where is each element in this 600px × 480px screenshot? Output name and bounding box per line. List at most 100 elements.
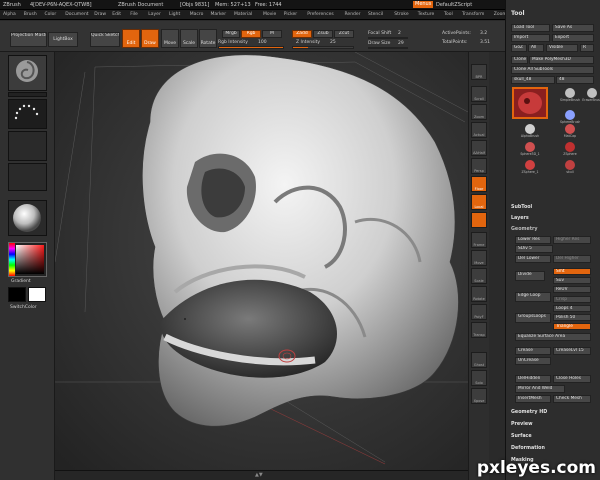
gradient-label[interactable]: Gradient: [11, 279, 31, 284]
texture-thumbnail[interactable]: [8, 163, 47, 191]
tool-thumb-matcap[interactable]: MatCap: [560, 124, 580, 140]
default-zscript[interactable]: DefaultZScript: [436, 2, 472, 8]
menu-layer[interactable]: Layer: [148, 12, 161, 17]
layers-section[interactable]: Layers: [511, 216, 529, 221]
suv-toggle[interactable]: Suv: [553, 277, 591, 284]
shelf-btn-move[interactable]: Move: [471, 250, 487, 266]
export-button[interactable]: Export: [552, 34, 594, 42]
menu-preferences[interactable]: Preferences: [307, 12, 333, 17]
load-tool-button[interactable]: Load Tool: [511, 24, 550, 32]
bottom-arrow-icon[interactable]: ▲▼: [255, 472, 263, 478]
tool-thumb-zsphere_1[interactable]: ZSphere_1: [520, 160, 540, 176]
edit-button[interactable]: Edit: [122, 29, 140, 48]
save-as-button[interactable]: Save As: [552, 24, 594, 32]
zsub-button[interactable]: Zsub: [313, 30, 333, 38]
tool-thumb-simplebrush[interactable]: SimpleBrush: [560, 88, 580, 104]
clone-button[interactable]: Clone: [511, 56, 528, 64]
sdiv-slider[interactable]: SDiv 5: [515, 245, 553, 253]
menu-texture[interactable]: Texture: [418, 12, 434, 17]
shelf-btn-rotate[interactable]: Rotate: [471, 286, 487, 302]
visible-button[interactable]: Visible: [546, 44, 578, 52]
tool-thumb-sphere3d_1[interactable]: Sphere3D_1: [520, 142, 540, 158]
del-lower-button[interactable]: Del Lower: [515, 255, 551, 263]
geometry-section[interactable]: Geometry: [511, 227, 538, 232]
insert-mesh-button[interactable]: InsertMesh: [515, 395, 551, 403]
menu-material[interactable]: Material: [234, 12, 252, 17]
shelf-btn-local[interactable]: Local: [471, 194, 487, 210]
smt-toggle[interactable]: Smt: [553, 268, 591, 275]
delhidden-button[interactable]: DelHidden: [515, 375, 551, 383]
menus-button[interactable]: Menus: [413, 1, 434, 8]
crease-level-slider[interactable]: CreaseLvl 15: [553, 347, 591, 355]
menu-marker[interactable]: Marker: [211, 12, 227, 17]
shelf-btn-xpose[interactable]: Xpose: [471, 388, 487, 404]
shelf-btn-ghost[interactable]: Ghost: [471, 352, 487, 368]
secondary-color-swatch[interactable]: [28, 287, 46, 302]
del-higher-button[interactable]: Del Higher: [553, 255, 591, 263]
goz-button[interactable]: GoZ: [511, 44, 527, 52]
menu-color[interactable]: Color: [45, 12, 57, 17]
surface-section[interactable]: Surface: [511, 434, 532, 439]
lightbox-button[interactable]: LightBox: [48, 32, 78, 47]
shelf-btn-actual[interactable]: Actual: [471, 122, 487, 138]
import-button[interactable]: Import: [511, 34, 550, 42]
draw-size-slider[interactable]: [368, 47, 408, 49]
color-picker[interactable]: [8, 242, 47, 277]
brush-thumbnail[interactable]: [8, 55, 47, 91]
shelf-btn-toggle-8[interactable]: [471, 212, 487, 228]
rgb-button[interactable]: Rgb: [241, 30, 261, 38]
scale-button[interactable]: Scale: [180, 29, 198, 48]
shelf-btn-zoom[interactable]: Zoom: [471, 104, 487, 120]
menu-stencil[interactable]: Stencil: [368, 12, 383, 17]
menu-transform[interactable]: Transform: [462, 12, 484, 17]
shelf-btn-polyf[interactable]: PolyF: [471, 304, 487, 320]
projection-master-button[interactable]: Projection Master: [10, 32, 47, 47]
tool-title[interactable]: Tool: [511, 10, 525, 17]
shelf-btn-scroll[interactable]: Scroll: [471, 86, 487, 102]
shelf-btn-scale[interactable]: Scale: [471, 268, 487, 284]
switch-color-label[interactable]: SwitchColor: [10, 305, 37, 310]
menu-light[interactable]: Light: [169, 12, 180, 17]
loops-slider[interactable]: Loops 4: [553, 305, 591, 312]
move-button[interactable]: Move: [161, 29, 179, 48]
z-intensity-slider[interactable]: [292, 46, 354, 49]
shelf-btn-transp[interactable]: Transp: [471, 322, 487, 338]
shelf-btn-aahalf[interactable]: AAHalf: [471, 140, 487, 156]
menu-macro[interactable]: Macro: [190, 12, 204, 17]
subtool-section[interactable]: SubTool: [511, 205, 532, 210]
check-mesh-button[interactable]: Check Mesh: [553, 395, 591, 403]
tool-thumb-alphabrush[interactable]: AlphaBrush: [520, 124, 540, 140]
all-button[interactable]: All: [528, 44, 544, 52]
main-color-swatch[interactable]: [8, 287, 26, 302]
shelf-btn-bpr[interactable]: BPR: [471, 64, 487, 80]
material-thumbnail[interactable]: [8, 200, 47, 236]
geometry-hd-section[interactable]: Geometry HD: [511, 410, 547, 415]
groups-loops-button[interactable]: GroupsLoops: [515, 313, 551, 323]
menu-edit[interactable]: Edit: [112, 12, 121, 17]
tool-name-slider[interactable]: skull_48: [511, 76, 555, 84]
reuv-button[interactable]: ReUV: [553, 286, 591, 293]
tool-thumb-eraserbrush[interactable]: EraserBrush: [582, 88, 600, 104]
equalize-surface-button[interactable]: Equalize Surface Area: [515, 333, 591, 341]
quick-sketch-button[interactable]: Quick Sketch: [90, 32, 120, 47]
close-holes-button[interactable]: Close Holes: [553, 375, 591, 383]
make-polymesh-button[interactable]: Make PolyMesh3D: [529, 56, 594, 64]
stroke-thumbnail[interactable]: [8, 99, 47, 129]
zadd-button[interactable]: Zadd: [292, 30, 312, 38]
r-button[interactable]: R: [580, 44, 594, 52]
zcut-button[interactable]: Zcut: [334, 30, 354, 38]
mirror-weld-button[interactable]: Mirror And Weld: [515, 385, 565, 393]
rotate-button[interactable]: Rotate: [199, 29, 217, 48]
menu-document[interactable]: Document: [65, 12, 88, 17]
alpha-thumbnail[interactable]: [8, 131, 47, 161]
higher-res-button[interactable]: Higher Res: [553, 236, 591, 244]
menu-movie[interactable]: Movie: [263, 12, 276, 17]
menu-stroke[interactable]: Stroke: [394, 12, 408, 17]
focal-shift-slider[interactable]: [368, 37, 408, 39]
menu-file[interactable]: File: [130, 12, 138, 17]
menu-render[interactable]: Render: [345, 12, 361, 17]
draw-button[interactable]: Draw: [141, 29, 159, 48]
polish-slider[interactable]: Polish 50: [553, 314, 591, 321]
canvas-viewport[interactable]: [54, 51, 469, 470]
shelf-btn-floor[interactable]: Floor: [471, 176, 487, 192]
